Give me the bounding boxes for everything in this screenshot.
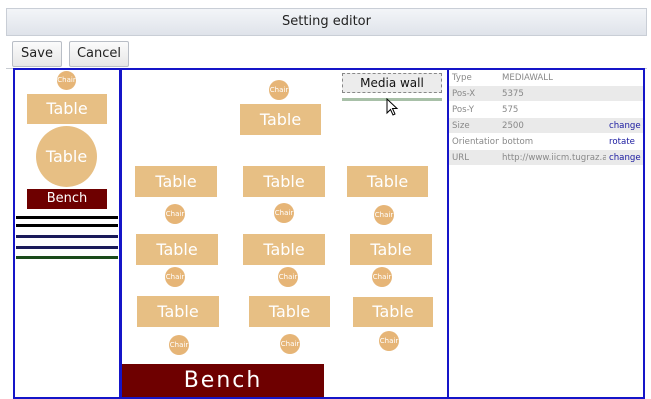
canvas-chair[interactable]: Chair <box>280 334 300 354</box>
property-key: Type <box>449 70 499 86</box>
property-action-cell <box>606 85 643 102</box>
media-wall-object[interactable]: Media wall <box>342 73 442 93</box>
palette-round-table[interactable]: Table <box>36 126 97 187</box>
canvas-bench[interactable]: Bench <box>122 364 324 397</box>
property-row-type: Type MEDIAWALL <box>449 70 643 86</box>
canvas-chair[interactable]: Chair <box>169 335 189 355</box>
canvas-table[interactable]: Table <box>347 166 428 197</box>
canvas-chair[interactable]: Chair <box>278 267 298 287</box>
palette-line-3[interactable] <box>16 235 118 238</box>
property-key: Orientation <box>449 133 499 150</box>
canvas-table[interactable]: Table <box>249 296 330 327</box>
property-key: URL <box>449 149 499 166</box>
canvas-table[interactable]: Table <box>135 166 217 197</box>
property-action-cell <box>606 70 643 86</box>
property-value: bottom <box>499 133 606 150</box>
canvas-chair[interactable]: Chair <box>372 267 392 287</box>
property-row-pos-x: Pos-X 5375 <box>449 85 643 102</box>
property-value: 575 <box>499 101 606 118</box>
palette-table[interactable]: Table <box>27 94 107 124</box>
property-value: 5375 <box>499 85 606 102</box>
canvas-table[interactable]: Table <box>240 104 321 135</box>
canvas-table[interactable]: Table <box>243 166 325 197</box>
palette-line-4[interactable] <box>16 246 118 249</box>
properties-table-wrapper: Type MEDIAWALL Pos-X 5375 Pos-Y 575 Size 2500 ch… <box>449 70 643 166</box>
property-key: Size <box>449 117 499 134</box>
property-action-cell: change <box>606 149 643 166</box>
property-key: Pos-Y <box>449 101 499 118</box>
mouse-cursor-icon <box>386 98 399 116</box>
canvas-chair[interactable]: Chair <box>379 331 399 351</box>
palette-line-2[interactable] <box>16 224 118 227</box>
canvas-table[interactable]: Table <box>350 234 432 265</box>
canvas-chair[interactable]: Chair <box>269 80 289 100</box>
properties-table: Type MEDIAWALL Pos-X 5375 Pos-Y 575 Size 2500 ch… <box>449 70 643 166</box>
canvas-chair[interactable]: Chair <box>374 205 394 225</box>
canvas-chair[interactable]: Chair <box>274 203 294 223</box>
window-title-bar: Setting editor <box>6 8 647 36</box>
canvas-table[interactable]: Table <box>353 297 433 327</box>
property-action-cell: rotate <box>606 133 643 150</box>
property-row-pos-y: Pos-Y 575 <box>449 101 643 118</box>
property-value: http://www.iicm.tugraz.at/ <box>499 149 606 166</box>
property-row-size: Size 2500 change <box>449 117 643 134</box>
property-row-orientation: Orientation bottom rotate <box>449 133 643 150</box>
property-rotate-link[interactable]: rotate <box>609 137 635 147</box>
canvas-chair[interactable]: Chair <box>165 204 185 224</box>
property-action-cell: change <box>606 117 643 134</box>
save-button[interactable]: Save <box>12 41 62 67</box>
property-action-cell <box>606 101 643 118</box>
canvas-chair[interactable]: Chair <box>165 267 185 287</box>
canvas-table[interactable]: Table <box>243 234 325 265</box>
property-change-link[interactable]: change <box>609 153 641 163</box>
property-row-url: URL http://www.iicm.tugraz.at/change <box>449 149 643 166</box>
palette-line-5[interactable] <box>16 256 118 259</box>
property-change-link[interactable]: change <box>609 121 641 131</box>
property-key: Pos-X <box>449 85 499 102</box>
palette-chair[interactable]: Chair <box>57 71 76 90</box>
canvas-table[interactable]: Table <box>137 296 219 327</box>
property-value: 2500 <box>499 117 606 134</box>
cancel-button[interactable]: Cancel <box>69 41 129 67</box>
window-title: Setting editor <box>282 14 371 29</box>
palette-bench[interactable]: Bench <box>27 189 107 209</box>
palette-line-1[interactable] <box>16 216 118 219</box>
canvas-table[interactable]: Table <box>136 234 218 265</box>
property-value: MEDIAWALL <box>499 70 606 86</box>
